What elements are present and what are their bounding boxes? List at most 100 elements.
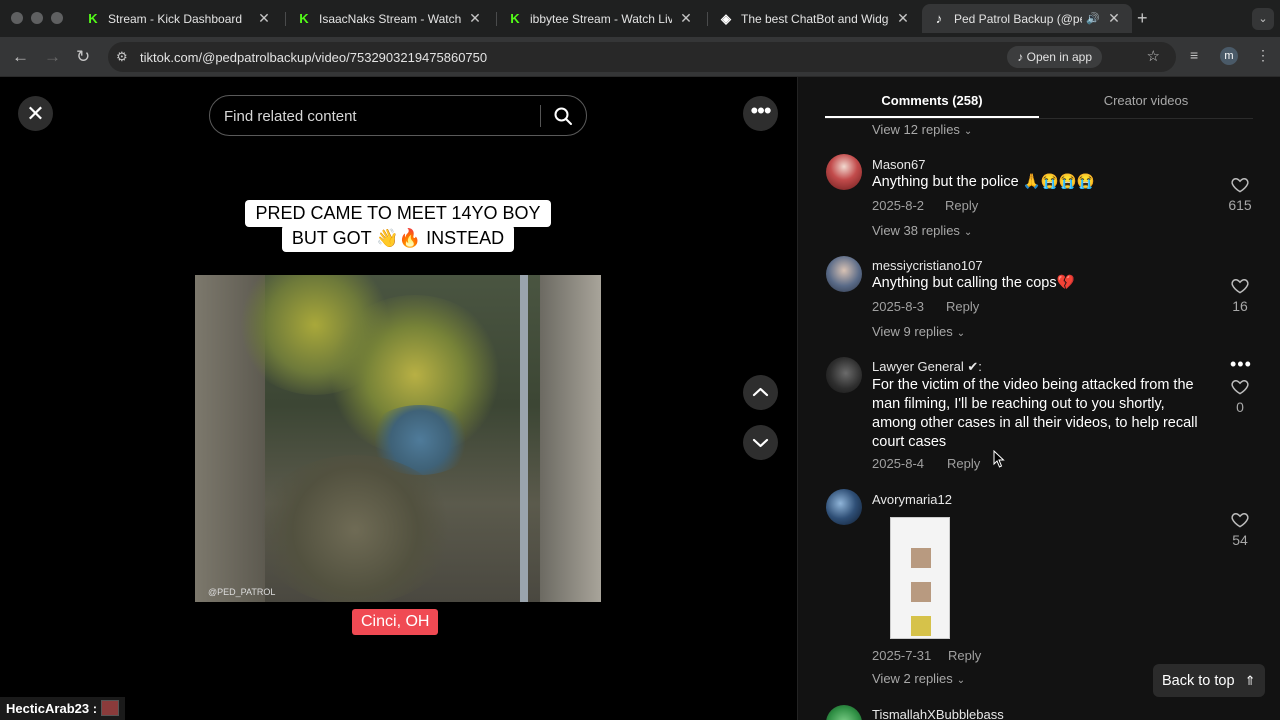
chevron-down-icon: ⌄ xyxy=(956,328,966,339)
browser-tab-strip: K Stream - Kick Dashboard ✕ K IsaacNaks … xyxy=(0,0,1280,37)
avatar[interactable] xyxy=(826,154,862,190)
comment-image-attachment[interactable] xyxy=(890,517,950,639)
chevron-up-icon xyxy=(752,387,769,397)
like-count: 0 xyxy=(1236,399,1244,415)
tab-separator xyxy=(707,12,708,26)
close-tab-icon[interactable]: ✕ xyxy=(256,10,272,27)
tab-separator xyxy=(496,12,497,26)
view-replies-link[interactable]: View 12 replies ⌄ xyxy=(872,122,972,137)
search-divider xyxy=(540,105,541,127)
comment-username[interactable]: Avorymaria12 xyxy=(872,492,952,507)
media-queue-icon[interactable]: ≡ xyxy=(1190,47,1198,63)
view-replies-link[interactable]: View 2 replies ⌄ xyxy=(872,671,965,686)
comment-date: 2025-8-4 xyxy=(872,456,925,471)
chevron-down-icon: ⌄ xyxy=(963,126,973,137)
view-replies-link[interactable]: View 38 replies ⌄ xyxy=(872,223,972,238)
view-replies-link[interactable]: View 9 replies ⌄ xyxy=(872,324,965,339)
previous-video-button[interactable] xyxy=(743,375,778,410)
browser-toolbar: ← → ↻ ⚙ tiktok.com/@pedpatrolbackup/vide… xyxy=(0,37,1280,77)
avatar[interactable] xyxy=(826,256,862,292)
kick-icon: K xyxy=(88,11,98,26)
profile-avatar[interactable]: m xyxy=(1220,47,1238,65)
site-info-icon[interactable]: ⚙ xyxy=(116,49,128,65)
comment-username[interactable]: messiycristiano107 xyxy=(872,258,983,273)
comment-username[interactable]: Lawyer General ✔: xyxy=(872,359,982,375)
url-text[interactable]: tiktok.com/@pedpatrolbackup/video/753290… xyxy=(140,50,487,65)
close-tab-icon[interactable]: ✕ xyxy=(1106,10,1122,27)
kick-icon: K xyxy=(299,11,309,26)
comment-username[interactable]: Mason67 xyxy=(872,157,925,172)
chevron-down-icon xyxy=(752,438,769,448)
back-to-top-button[interactable]: Back to top ⇑ xyxy=(1153,664,1265,697)
heart-icon[interactable] xyxy=(1230,276,1250,296)
close-video-button[interactable]: ✕ xyxy=(18,96,53,131)
mouse-cursor-icon xyxy=(993,450,1005,468)
avatar[interactable] xyxy=(826,357,862,393)
stream-chat-overlay: HecticArab23 : xyxy=(0,697,126,720)
close-tab-icon[interactable]: ✕ xyxy=(678,10,694,27)
tiktok-icon: ♪ xyxy=(935,11,943,26)
diamond-icon: ◈ xyxy=(721,10,731,26)
comments-panel: Comments (258) Creator videos View 12 re… xyxy=(797,77,1280,720)
video-watermark: @PED_PATROL xyxy=(208,587,276,597)
chat-emote-icon xyxy=(101,700,120,716)
comment-date: 2025-7-31 xyxy=(872,648,932,663)
browser-tab-active[interactable]: ♪ Ped Patrol Backup (@ped 🔊 ✕ xyxy=(922,4,1132,33)
tab-search-button[interactable]: ⌄ xyxy=(1252,8,1274,30)
search-input[interactable]: Find related content xyxy=(224,108,357,125)
new-tab-button[interactable]: + xyxy=(1137,8,1148,29)
comment-date: 2025-8-2 xyxy=(872,198,925,213)
find-related-search[interactable]: Find related content xyxy=(209,95,587,136)
back-arrow-icon[interactable]: ← xyxy=(12,47,29,67)
open-in-app-button[interactable]: ♪ Open in app xyxy=(1007,46,1102,68)
video-player[interactable]: PRED CAME TO MEET 14YO BOY BUT GOT 👋🔥 IN… xyxy=(195,140,601,720)
tiktok-icon: ♪ xyxy=(1017,50,1027,64)
comment-more-icon[interactable]: ••• xyxy=(1230,355,1252,373)
heart-icon[interactable] xyxy=(1230,175,1250,195)
comment-text: For the victim of the video being attack… xyxy=(872,377,1198,450)
browser-tab[interactable]: ◈ The best ChatBot and Widget ✕ xyxy=(709,4,921,33)
comment-text: Anything but calling the cops💔 xyxy=(872,275,1075,291)
tab-creator-videos[interactable]: Creator videos xyxy=(1039,93,1253,108)
reply-button[interactable]: Reply xyxy=(947,456,980,471)
bookmark-star-icon[interactable]: ☆ xyxy=(1147,47,1160,65)
attachment-photo xyxy=(911,616,931,636)
like-count: 54 xyxy=(1232,532,1248,548)
comment-username[interactable]: TismallahXBubblebass xyxy=(872,707,1004,720)
more-options-button[interactable]: ••• xyxy=(743,96,778,131)
heart-icon[interactable] xyxy=(1230,510,1250,530)
browser-tab[interactable]: K ibbytee Stream - Watch Live o ✕ xyxy=(498,4,704,33)
heart-icon[interactable] xyxy=(1230,377,1250,397)
close-tab-icon[interactable]: ✕ xyxy=(467,10,483,27)
reply-button[interactable]: Reply xyxy=(948,648,981,663)
kick-icon: K xyxy=(510,11,520,26)
search-icon[interactable] xyxy=(553,106,573,126)
video-frame xyxy=(195,275,601,602)
close-tab-icon[interactable]: ✕ xyxy=(895,10,911,27)
address-bar[interactable]: ⚙ tiktok.com/@pedpatrolbackup/video/7532… xyxy=(108,42,1176,72)
next-video-button[interactable] xyxy=(743,425,778,460)
video-wall-right xyxy=(540,275,601,602)
window-minimize-dot[interactable] xyxy=(31,12,43,24)
chevron-down-icon: ⌄ xyxy=(956,675,966,686)
double-chevron-up-icon: ⇑ xyxy=(1244,673,1256,688)
video-caption: PRED CAME TO MEET 14YO BOY BUT GOT 👋🔥 IN… xyxy=(195,200,601,252)
tab-separator xyxy=(285,12,286,26)
avatar[interactable] xyxy=(826,489,862,525)
attachment-photo xyxy=(911,548,931,568)
window-close-dot[interactable] xyxy=(11,12,23,24)
window-maximize-dot[interactable] xyxy=(51,12,63,24)
avatar[interactable] xyxy=(826,705,862,720)
forward-arrow-icon[interactable]: → xyxy=(44,47,61,67)
browser-tab[interactable]: K IsaacNaks Stream - Watch Live ✕ xyxy=(287,4,493,33)
like-count: 615 xyxy=(1228,197,1252,213)
reload-icon[interactable]: ↻ xyxy=(76,47,90,67)
video-pole xyxy=(520,275,528,602)
tab-comments[interactable]: Comments (258) xyxy=(825,93,1039,108)
browser-menu-icon[interactable]: ⋮ xyxy=(1256,47,1270,64)
reply-button[interactable]: Reply xyxy=(946,299,979,314)
comments-tabs: Comments (258) Creator videos xyxy=(825,77,1253,119)
browser-tab[interactable]: K Stream - Kick Dashboard ✕ xyxy=(76,4,282,33)
reply-button[interactable]: Reply xyxy=(945,198,978,213)
speaker-icon[interactable]: 🔊 xyxy=(1086,12,1100,25)
